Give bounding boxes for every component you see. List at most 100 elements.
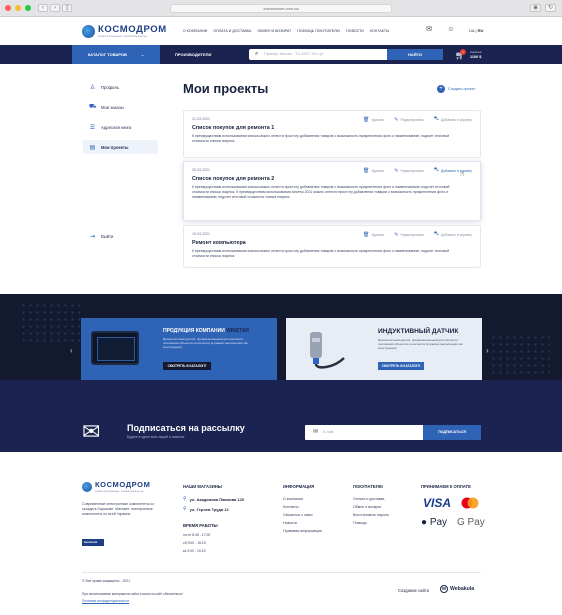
forward-arrow-icon[interactable]: › xyxy=(50,4,60,12)
footer-link[interactable]: Оплата и доставка xyxy=(353,497,389,501)
footer-link[interactable]: О компании xyxy=(283,497,322,501)
sidebar-item-address-book[interactable]: ☰ Адресная книга xyxy=(83,120,158,134)
language-switch[interactable]: UA | RU xyxy=(469,28,483,33)
project-description: К преимуществам использования списка мож… xyxy=(192,249,450,258)
mouse-pointer-icon: ☝ xyxy=(460,171,465,178)
edit-project-button[interactable]: ✎ Редактировать xyxy=(394,116,424,123)
footer-link[interactable]: Правовая информация xyxy=(283,529,322,533)
sidebar-item-label: Мои проекты xyxy=(101,144,129,150)
privacy-link[interactable]: Политика конфиденциальности xyxy=(82,599,129,603)
store-address[interactable]: ⚲ ул. Героев Труда 12 xyxy=(183,506,244,512)
nav-help[interactable]: ПОМОЩЬ ПОКУПАТЕЛЮ xyxy=(297,29,340,33)
lang-ru[interactable]: RU xyxy=(478,28,484,33)
mail-icon: ✉ xyxy=(313,429,319,435)
footer-about: Современные электронные компоненты со ск… xyxy=(82,502,155,516)
logo-name: КОСМОДРОМ xyxy=(98,24,167,35)
sidebar-toggle-icon[interactable]: ▯ xyxy=(62,4,72,12)
view-catalog-button[interactable]: СМОТРЕТЬ В КАТАЛОГЕ xyxy=(163,362,211,370)
footer-link[interactable]: Новости xyxy=(283,521,322,525)
search-input[interactable]: Пример: Murata - TS-0S07-1W Lyt xyxy=(264,52,323,56)
site-logo[interactable]: КОСМОДРОМ электронные компоненты xyxy=(82,25,167,38)
nav-news[interactable]: НОВОСТИ xyxy=(346,29,364,33)
footer-link[interactable]: Восстановить пароль xyxy=(353,513,389,517)
cart[interactable]: 🛒︎ 1 Корзина 1100 $ xyxy=(455,48,491,61)
projects-icon: ▤ xyxy=(89,144,96,151)
add-to-cart-button[interactable]: ⛍ Добавить в корзину xyxy=(434,116,472,123)
refresh-icon[interactable]: ↻ xyxy=(545,4,556,12)
hours-line: пн-пт 8:45 - 17:00 xyxy=(183,533,211,537)
project-title[interactable]: Ремонт компьютера xyxy=(192,240,472,246)
sidebar-item-label: Мои заказы xyxy=(101,104,124,110)
view-catalog-button[interactable]: СМОТРЕТЬ В КАТАЛОГЕ xyxy=(378,362,424,370)
webakula-label: Webakula xyxy=(450,586,475,592)
newsletter-description: Будьте в курсе всех акций и новинок xyxy=(127,435,185,439)
promo-banner-sensor[interactable]: ИНДУКТИВНЫЙ ДАТЧИК Бесконтактный датчик,… xyxy=(286,318,482,382)
store-label: ул. Героев Труда 12 xyxy=(189,506,229,512)
apple-pay-label: Pay xyxy=(429,517,448,528)
mastercard-logo xyxy=(461,497,479,509)
project-card[interactable]: 21.03.2021 Список покупок для ремонта 1 … xyxy=(183,110,481,158)
sidebar-item-projects[interactable]: ▤ Мои проекты xyxy=(83,140,158,154)
top-nav: О КОМПАНИИ ОПЛАТА И ДОСТАВКА ОБМЕН И ВОЗ… xyxy=(183,29,389,33)
promo-banner-winstar[interactable]: ПРОДУКЦИЯ КОМПАНИИ WINSTAR Бесконтактный… xyxy=(81,318,277,382)
hours-line: вс 9:00 - 15:15 xyxy=(183,549,206,553)
catalog-button[interactable]: КАТАЛОГ ТОВАРОВ ⌄ xyxy=(72,45,160,64)
nav-contacts[interactable]: КОНТАКТЫ xyxy=(370,29,389,33)
footer-link[interactable]: Контакты xyxy=(283,505,322,509)
chevron-left-icon[interactable]: ‹ xyxy=(70,346,73,355)
trash-icon: 🗑︎ xyxy=(362,167,370,174)
minimize-window-dot[interactable] xyxy=(15,5,21,11)
zoom-window-dot[interactable] xyxy=(25,5,31,11)
banner-title-brand: WINSTAR xyxy=(226,328,250,334)
nav-about[interactable]: О КОМПАНИИ xyxy=(183,29,207,33)
back-arrow-icon[interactable]: ‹ xyxy=(38,4,48,12)
producers-link[interactable]: ПРОИЗВОДИТЕЛИ xyxy=(175,52,211,57)
edit-project-button[interactable]: ✎ Редактировать xyxy=(394,167,424,174)
account-icon[interactable]: ☺ xyxy=(447,26,455,34)
address-bar[interactable]: kosmodrom.com.ua xyxy=(170,4,392,13)
delete-project-button[interactable]: 🗑︎ Удалить xyxy=(363,116,384,123)
delete-project-button[interactable]: 🗑︎ Удалить xyxy=(363,167,384,174)
add-to-cart-button[interactable]: ⛍ Добавить в корзину xyxy=(434,231,472,238)
delete-project-button[interactable]: 🗑︎ Удалить xyxy=(363,231,384,238)
footer-logo[interactable]: КОСМОДРОМ электронные компоненты xyxy=(82,480,150,493)
footer-link[interactable]: Обмен и возврат xyxy=(353,505,389,509)
browser-chrome: ‹ › ▯ kosmodrom.com.ua ◉ ↻ xyxy=(0,0,562,17)
edit-project-button[interactable]: ✎ Редактировать xyxy=(394,231,424,238)
window-controls xyxy=(5,5,31,11)
cart-label: Корзина xyxy=(470,50,482,54)
search-button[interactable]: НАЙТИ xyxy=(387,49,443,60)
project-card[interactable]: 20.03.2021 Список покупок для ремонта 2 … xyxy=(183,161,481,221)
store-address[interactable]: ⚲ ул. Академика Павлова 120 xyxy=(183,496,244,502)
banner-title: ПРОДУКЦИЯ КОМПАНИИ WINSTAR xyxy=(163,328,249,334)
logo-globe-icon xyxy=(82,25,95,38)
lang-ua[interactable]: UA xyxy=(469,28,474,33)
sidebar-item-logout[interactable]: ⇥ Выйти xyxy=(83,229,158,243)
chevron-right-icon[interactable]: › xyxy=(486,346,489,355)
subscribe-button[interactable]: ПОДПИСАТЬСЯ xyxy=(423,425,481,440)
facebook-button[interactable]: facebook xyxy=(82,539,104,546)
sidebar-item-orders[interactable]: ⛟ Мои заказы xyxy=(83,100,158,114)
project-title[interactable]: Список покупок для ремонта 2 xyxy=(192,176,472,182)
footer-link[interactable]: Помощь xyxy=(353,521,389,525)
sidebar-item-profile[interactable]: ♙ Профиль xyxy=(83,80,158,94)
header-icons: ✉ ☺ UA | RU xyxy=(425,26,483,34)
stores-list: ⚲ ул. Академика Павлова 120 ⚲ ул. Героев Т… xyxy=(183,496,244,512)
email-field[interactable]: ✉ E-mail xyxy=(305,425,423,440)
nav-payment[interactable]: ОПЛАТА И ДОСТАВКА xyxy=(213,29,251,33)
nav-exchange[interactable]: ОБМЕН И ВОЗВРАТ xyxy=(257,29,291,33)
add-to-cart-button[interactable]: ⛍ Добавить в корзину xyxy=(434,167,472,174)
info-list: О компании Контакты Связаться с нами Нов… xyxy=(283,497,322,533)
project-card[interactable]: 19.03.2021 Ремонт компьютера К преимущес… xyxy=(183,225,481,268)
webakula-logo[interactable]: w Webakula xyxy=(440,585,474,593)
shield-icon[interactable]: ◉ xyxy=(530,4,541,12)
mail-icon[interactable]: ✉ xyxy=(425,26,433,34)
project-title[interactable]: Список покупок для ремонта 1 xyxy=(192,125,472,131)
create-project-button[interactable]: + Создать проект xyxy=(437,85,475,93)
edit-label: Редактировать xyxy=(400,232,424,237)
chevron-down-icon: ⌄ xyxy=(140,52,145,57)
search-box: ⌕ Пример: Murata - TS-0S07-1W Lyt НАЙТИ xyxy=(249,49,443,60)
close-window-dot[interactable] xyxy=(5,5,11,11)
footer-link[interactable]: Связаться с нами xyxy=(283,513,322,517)
promo-section: ‹ › ПРОДУКЦИЯ КОМПАНИИ WINSTAR Бесконтак… xyxy=(0,294,562,382)
